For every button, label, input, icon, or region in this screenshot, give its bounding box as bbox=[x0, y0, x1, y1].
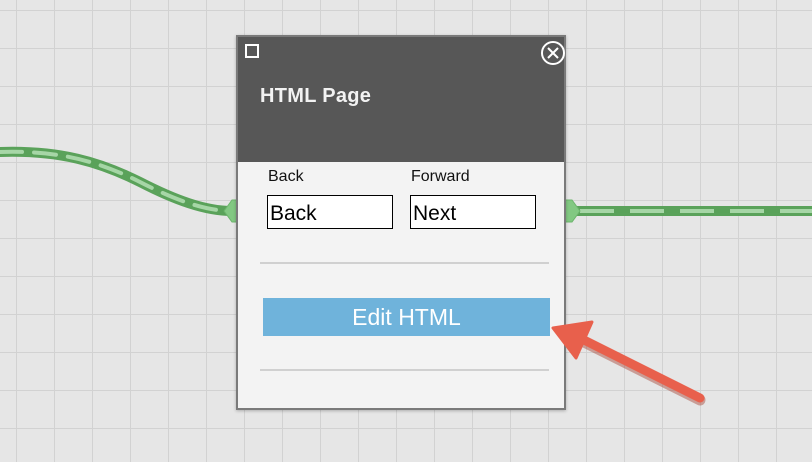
flow-canvas[interactable]: HTML Page Back Forward Edit HTML bbox=[0, 0, 812, 462]
html-page-node[interactable]: HTML Page Back Forward Edit HTML bbox=[236, 35, 566, 410]
node-header[interactable]: HTML Page bbox=[238, 37, 566, 162]
forward-label: Forward bbox=[411, 168, 470, 185]
node-title: HTML Page bbox=[260, 85, 372, 107]
divider-bottom bbox=[260, 369, 549, 371]
edit-html-button[interactable]: Edit HTML bbox=[263, 298, 550, 336]
incoming-connector[interactable] bbox=[0, 146, 237, 216]
forward-input[interactable] bbox=[410, 195, 536, 229]
back-label: Back bbox=[268, 168, 304, 185]
back-input[interactable] bbox=[267, 195, 393, 229]
select-checkbox-icon[interactable] bbox=[245, 44, 259, 58]
divider-top bbox=[260, 262, 549, 264]
close-icon[interactable] bbox=[540, 40, 566, 66]
